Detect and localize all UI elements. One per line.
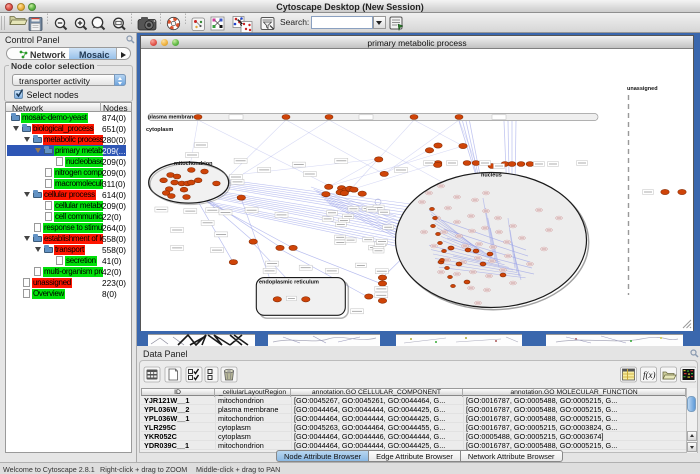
svg-text:cytoplasm: cytoplasm [146, 127, 173, 133]
svg-text:unassigned: unassigned [627, 86, 658, 92]
svg-text:nucleus: nucleus [481, 172, 502, 178]
svg-text:plasma membrane: plasma membrane [148, 114, 196, 120]
svg-text:mitochondrion: mitochondrion [174, 161, 213, 167]
svg-text:f(x): f(x) [643, 370, 656, 380]
svg-text:endoplasmic reticulum: endoplasmic reticulum [259, 279, 319, 285]
